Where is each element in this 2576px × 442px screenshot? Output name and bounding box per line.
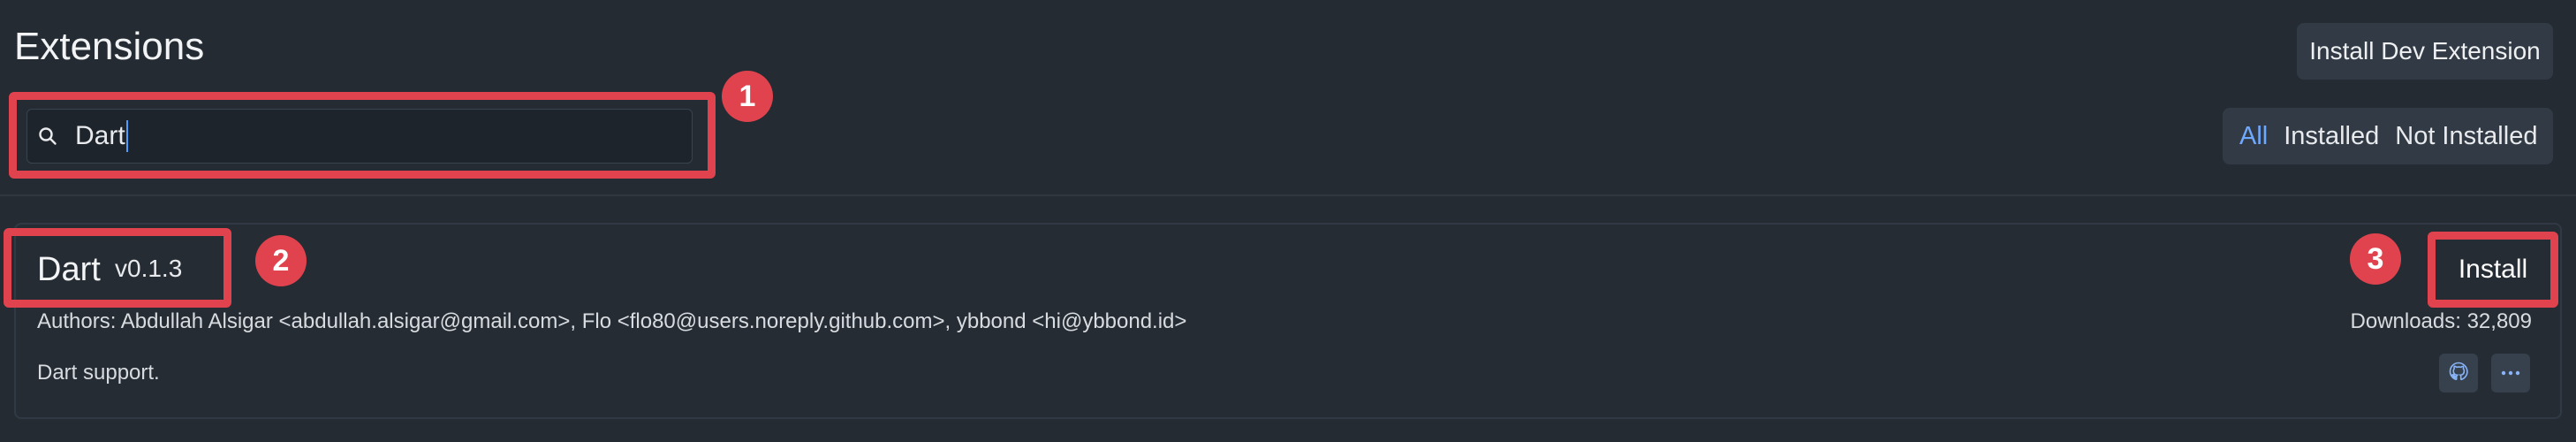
extension-name: Dart xyxy=(37,251,101,288)
annotation-marker-2: 2 xyxy=(255,235,307,286)
search-field[interactable]: Dart xyxy=(27,109,693,164)
page-title: Extensions xyxy=(14,25,205,68)
filter-tabs: All Installed Not Installed xyxy=(2223,108,2553,164)
tab-installed[interactable]: Installed xyxy=(2276,122,2387,151)
search-input[interactable]: Dart xyxy=(75,120,605,152)
extension-description: Dart support. xyxy=(37,361,160,385)
install-dev-extension-button[interactable]: Install Dev Extension xyxy=(2297,23,2553,80)
tab-not-installed[interactable]: Not Installed xyxy=(2387,122,2545,151)
more-icon xyxy=(2500,365,2521,381)
header-divider xyxy=(0,194,2576,196)
install-button[interactable]: Install xyxy=(2438,240,2548,299)
github-button[interactable] xyxy=(2439,354,2478,392)
extension-authors: Authors: Abdullah Alsigar <abdullah.alsi… xyxy=(37,309,1187,333)
text-caret xyxy=(125,120,128,152)
download-count: Downloads: 32,809 xyxy=(2350,309,2532,333)
annotation-marker-1: 1 xyxy=(722,71,773,122)
search-input-value: Dart xyxy=(75,121,125,150)
tab-all[interactable]: All xyxy=(2231,122,2276,151)
annotation-marker-3: 3 xyxy=(2350,233,2401,285)
more-options-button[interactable] xyxy=(2491,354,2530,392)
extension-version: v0.1.3 xyxy=(115,255,183,282)
extensions-page: Extensions Install Dev Extension Dart 1 … xyxy=(0,0,2576,442)
github-icon xyxy=(2448,361,2469,386)
search-icon xyxy=(36,125,59,148)
